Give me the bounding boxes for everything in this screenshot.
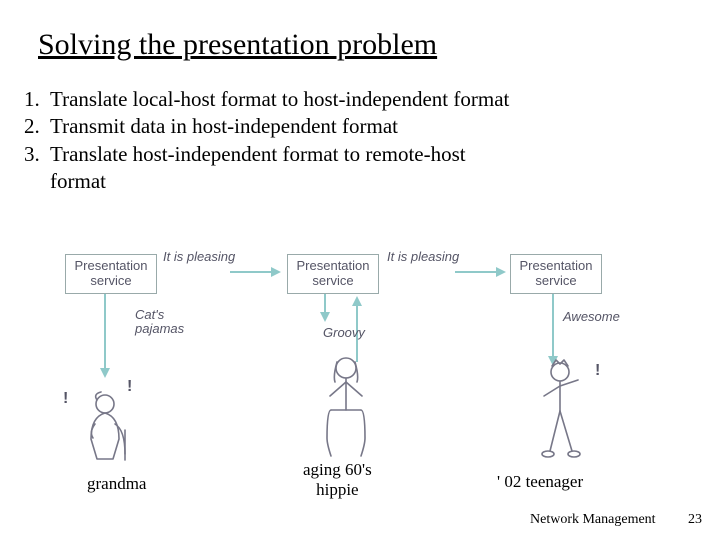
list-text-3: Translate host-independent format to rem…: [50, 141, 720, 168]
teen-figure: [527, 358, 593, 465]
excl-1: !: [63, 390, 68, 408]
cats-pajamas-label: Cat'spajamas: [135, 308, 184, 337]
list-num-2: 2.: [24, 113, 50, 140]
grandma-figure: [75, 390, 135, 467]
diagram: Presentationservice Presentationservice …: [55, 250, 675, 480]
hippie-caption: aging 60'shippie: [303, 460, 372, 499]
pleasing-label-1: It is pleasing: [163, 250, 235, 264]
awesome-label: Awesome: [563, 310, 620, 324]
footer: Network Management: [530, 512, 656, 528]
hippie-figure: [311, 352, 381, 465]
presentation-box-1: Presentationservice: [65, 254, 157, 294]
pbox-label: Presentationservice: [297, 258, 370, 288]
groovy-label: Groovy: [323, 326, 365, 340]
page-number: 23: [688, 512, 702, 528]
presentation-box-2: Presentationservice: [287, 254, 379, 294]
pleasing-label-2: It is pleasing: [387, 250, 459, 264]
list-text-2: Transmit data in host-independent format: [50, 113, 720, 140]
excl-3: !: [595, 362, 600, 380]
list-num-3: 3.: [24, 141, 50, 168]
grandma-caption: grandma: [87, 474, 146, 494]
list-text-1: Translate local-host format to host-inde…: [50, 86, 720, 113]
list-text-3b: format: [50, 168, 720, 195]
pbox-label: Presentationservice: [520, 258, 593, 288]
slide-title: Solving the presentation problem: [0, 0, 720, 62]
numbered-list: 1. Translate local-host format to host-i…: [0, 62, 720, 195]
list-num-1: 1.: [24, 86, 50, 113]
teen-caption: ' 02 teenager: [497, 472, 583, 492]
pbox-label: Presentationservice: [75, 258, 148, 288]
presentation-box-3: Presentationservice: [510, 254, 602, 294]
